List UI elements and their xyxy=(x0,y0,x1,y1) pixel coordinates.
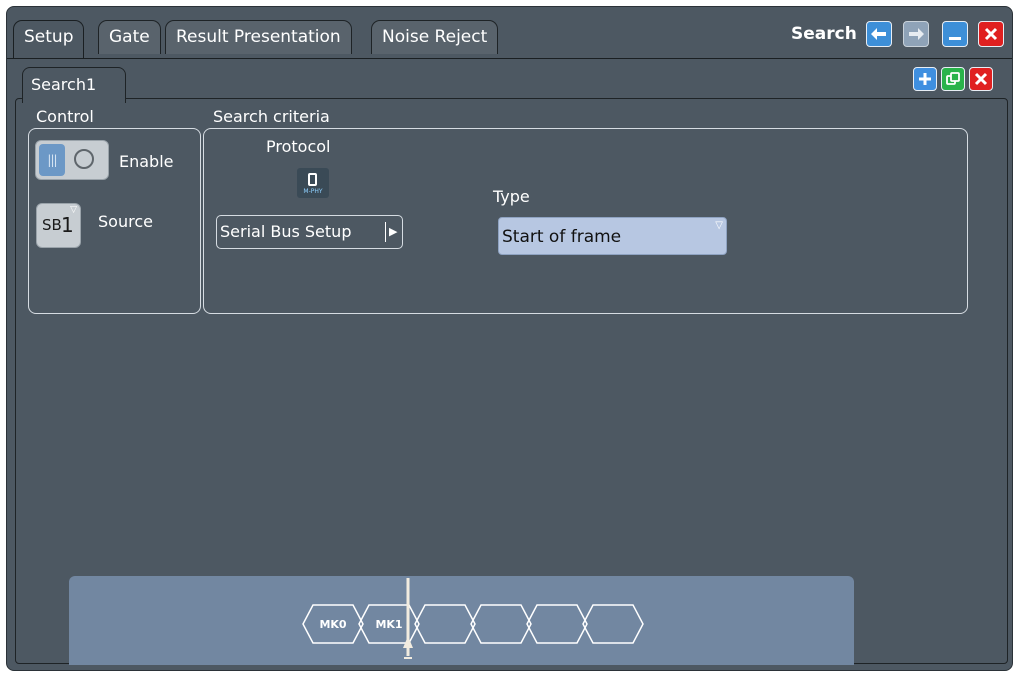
marker-hexagon[interactable]: MK0 xyxy=(302,604,364,644)
tab-setup[interactable]: Setup xyxy=(13,20,85,58)
dropdown-indicator-icon: ▽ xyxy=(715,220,723,231)
tab-divider xyxy=(7,58,1012,59)
delete-search-button[interactable] xyxy=(969,67,993,91)
source-prefix: SB xyxy=(42,216,62,234)
tab-noise-reject[interactable]: Noise Reject xyxy=(371,20,499,54)
toggle-on-indicator: ||| xyxy=(39,144,65,176)
marker-hexagon[interactable] xyxy=(414,604,476,644)
phone-icon xyxy=(308,173,317,186)
chevron-right-icon: ▶ xyxy=(389,225,398,238)
tab-result-presentation[interactable]: Result Presentation xyxy=(165,20,352,54)
marker-hexagon[interactable] xyxy=(526,604,588,644)
redo-button[interactable] xyxy=(903,21,929,47)
marker-hexagon[interactable] xyxy=(582,604,644,644)
marker-hexagon[interactable]: MK1 xyxy=(358,604,420,644)
plus-icon xyxy=(919,73,931,85)
marker-label: MK0 xyxy=(319,618,346,631)
button-separator xyxy=(385,222,386,242)
source-label: Source xyxy=(98,212,153,231)
marker-hexagon[interactable] xyxy=(470,604,532,644)
source-number: 1 xyxy=(61,213,74,237)
copy-search-button[interactable] xyxy=(941,67,965,91)
type-select-value: Start of frame xyxy=(502,227,622,247)
m-phy-protocol-icon: M-PHY xyxy=(297,168,329,198)
tab-bar: Setup Gate Result Presentation Noise Rej… xyxy=(7,7,1012,59)
undo-button[interactable] xyxy=(866,21,892,47)
marker-label: MK1 xyxy=(375,618,402,631)
search-dialog: Setup Gate Result Presentation Noise Rej… xyxy=(6,6,1013,671)
control-heading: Control xyxy=(36,107,94,126)
toggle-off-indicator xyxy=(74,149,94,169)
add-search-button[interactable] xyxy=(913,67,937,91)
redo-icon xyxy=(909,28,924,40)
close-icon xyxy=(974,72,988,86)
enable-toggle[interactable]: ||| xyxy=(35,140,109,180)
close-icon xyxy=(984,27,998,41)
protocol-icon-label: M-PHY xyxy=(303,188,323,195)
copy-icon xyxy=(946,72,960,85)
type-select[interactable]: Start of frame ▽ xyxy=(498,217,727,255)
window-title: Search xyxy=(791,24,857,44)
minimize-icon xyxy=(949,37,961,40)
minimize-button[interactable] xyxy=(942,21,968,47)
search-criteria-heading: Search criteria xyxy=(213,107,330,126)
serial-bus-setup-button[interactable]: Serial Bus Setup ▶ xyxy=(216,215,403,249)
source-selector[interactable]: SB 1 ▽ xyxy=(36,203,81,248)
marker-timeline: MK0 MK1 xyxy=(69,576,854,665)
type-label: Type xyxy=(493,187,530,206)
tab-gate[interactable]: Gate xyxy=(98,20,161,54)
tab-search1[interactable]: Search1 xyxy=(22,67,126,103)
undo-icon xyxy=(871,28,886,40)
close-button[interactable] xyxy=(978,21,1004,47)
enable-label: Enable xyxy=(119,152,174,171)
serial-bus-setup-label: Serial Bus Setup xyxy=(220,222,352,241)
protocol-label: Protocol xyxy=(266,137,331,156)
dropdown-indicator-icon: ▽ xyxy=(70,205,77,215)
marker-timeline-graphic: MK0 MK1 xyxy=(302,578,644,659)
